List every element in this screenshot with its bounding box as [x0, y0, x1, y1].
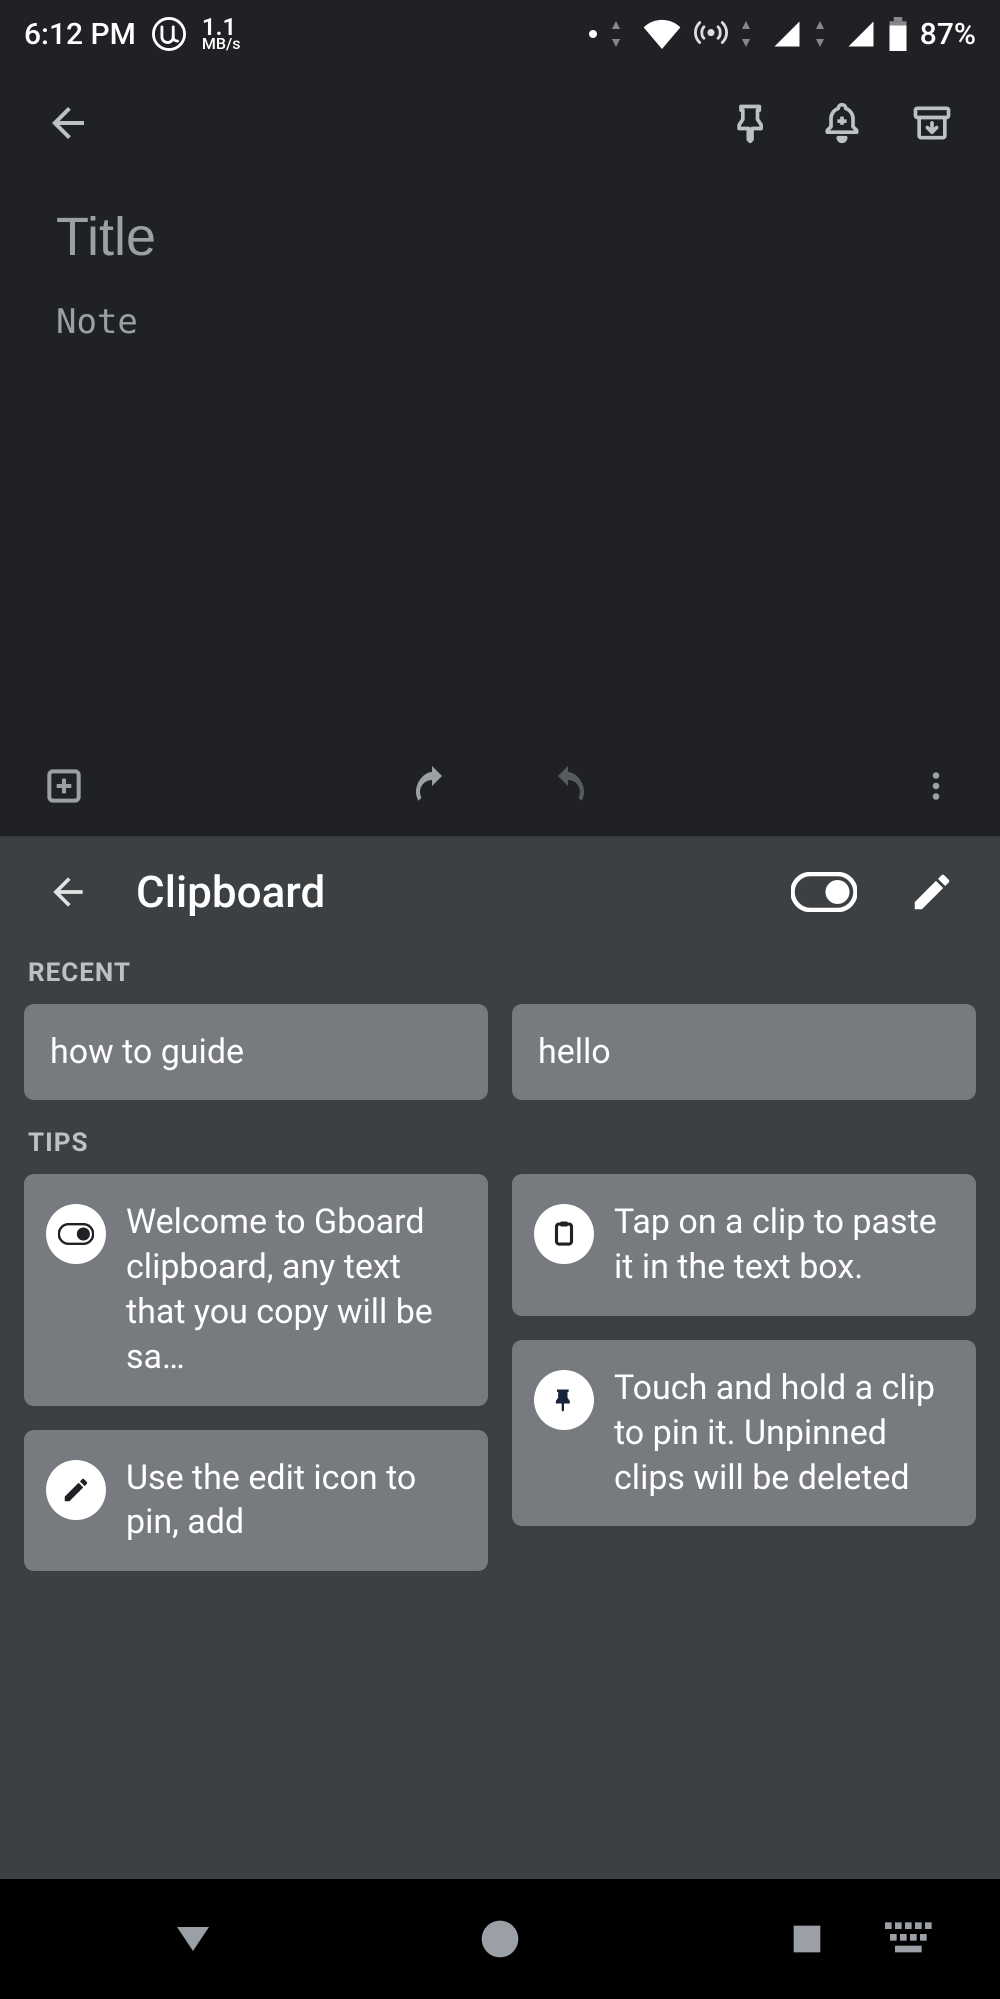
- clipboard-tip-card[interactable]: Use the edit icon to pin, add: [24, 1430, 488, 1572]
- toggle-icon: [46, 1204, 106, 1264]
- more-options-button[interactable]: [896, 746, 976, 826]
- tip-text: Welcome to Gboard clipboard, any text th…: [126, 1200, 466, 1380]
- nav-keyboard-switch-button[interactable]: [850, 1909, 970, 1969]
- clipboard-recent-item[interactable]: hello: [512, 1004, 976, 1100]
- nav-back-button[interactable]: [133, 1909, 253, 1969]
- data-arrows-icon-2: [740, 19, 760, 49]
- note-app-bar: [0, 68, 1000, 178]
- nav-recents-button[interactable]: [747, 1909, 867, 1969]
- clipboard-panel: Clipboard RECENT how to guide hello TIPS: [0, 838, 1000, 1879]
- nav-home-button[interactable]: [440, 1909, 560, 1969]
- note-editor-area: [0, 68, 1000, 838]
- archive-button[interactable]: [896, 87, 968, 159]
- signal-icon-1: [772, 19, 802, 49]
- pencil-icon: [46, 1460, 106, 1520]
- status-bar: 6:12 PM 1.1 MB/s: [0, 0, 1000, 68]
- note-input[interactable]: [56, 302, 944, 382]
- tip-text: Tap on a clip to paste it in the text bo…: [614, 1200, 954, 1290]
- redo-button[interactable]: [528, 746, 608, 826]
- clipboard-title: Clipboard: [136, 866, 325, 918]
- title-input[interactable]: [56, 206, 944, 268]
- tips-section-label: TIPS: [28, 1128, 972, 1158]
- clipboard-toggle[interactable]: [784, 852, 864, 932]
- battery-percentage: 87%: [920, 17, 976, 52]
- note-toolbar: [0, 736, 1000, 836]
- clipboard-edit-button[interactable]: [892, 852, 972, 932]
- pin-button[interactable]: [716, 87, 788, 159]
- back-button[interactable]: [32, 87, 104, 159]
- hotspot-icon: [694, 19, 728, 49]
- clipboard-icon: [534, 1204, 594, 1264]
- add-attachment-button[interactable]: [24, 746, 104, 826]
- signal-icon-2: [846, 19, 876, 49]
- utorrent-icon: [152, 17, 186, 51]
- network-speed: 1.1 MB/s: [202, 17, 241, 51]
- reminder-button[interactable]: [806, 87, 878, 159]
- clipboard-tip-card[interactable]: Touch and hold a clip to pin it. Unpinne…: [512, 1340, 976, 1527]
- data-arrows-icon-3: [814, 19, 834, 49]
- clipboard-back-button[interactable]: [28, 852, 108, 932]
- status-time: 6:12 PM: [24, 17, 136, 52]
- battery-icon: [888, 17, 908, 51]
- undo-button[interactable]: [392, 746, 472, 826]
- data-arrows-icon: [610, 19, 630, 49]
- tip-text: Use the edit icon to pin, add: [126, 1456, 466, 1546]
- clipboard-recent-item[interactable]: how to guide: [24, 1004, 488, 1100]
- recent-section-label: RECENT: [28, 958, 972, 988]
- clipboard-tip-card[interactable]: Welcome to Gboard clipboard, any text th…: [24, 1174, 488, 1406]
- network-speed-unit: MB/s: [202, 37, 241, 51]
- navigation-bar: [0, 1879, 1000, 1999]
- pin-icon: [534, 1370, 594, 1430]
- wifi-icon: [642, 19, 682, 49]
- dot-icon: [588, 29, 598, 39]
- tip-text: Touch and hold a clip to pin it. Unpinne…: [614, 1366, 954, 1501]
- clipboard-tip-card[interactable]: Tap on a clip to paste it in the text bo…: [512, 1174, 976, 1316]
